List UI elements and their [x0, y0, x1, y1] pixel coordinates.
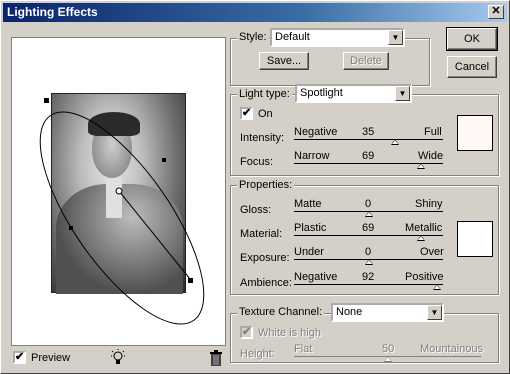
focus-min-label: Narrow: [294, 150, 330, 162]
chevron-down-icon: ▼: [388, 30, 403, 45]
intensity-value: 35: [362, 126, 375, 138]
exposure-max-label: Over: [420, 246, 444, 258]
texture-channel-label: Texture Channel:: [237, 306, 325, 318]
intensity-slider-thumb[interactable]: [391, 139, 400, 145]
white-is-high-label: White is high: [258, 327, 321, 339]
style-value: Default: [275, 31, 310, 43]
ellipse-handle-bottom: [188, 278, 193, 283]
ambience-max-label: Positive: [405, 271, 444, 283]
material-max-label: Metallic: [405, 222, 443, 234]
ellipse-handle-right: [162, 158, 166, 162]
texture-channel-select[interactable]: None ▼: [331, 303, 444, 322]
gloss-value: 0: [365, 198, 372, 210]
on-label: On: [258, 108, 273, 120]
save-button[interactable]: Save...: [259, 52, 309, 70]
height-max-label: Mountainous: [420, 343, 483, 355]
height-label: Height:: [240, 348, 275, 360]
window-title: Lighting Effects: [7, 5, 98, 19]
exposure-label: Exposure:: [240, 252, 290, 264]
light-ellipse-overlay[interactable]: [12, 38, 227, 347]
exposure-value: 0: [365, 246, 372, 258]
cancel-button[interactable]: Cancel: [447, 56, 497, 78]
gloss-label: Gloss:: [240, 204, 272, 216]
delete-button[interactable]: Delete: [343, 52, 389, 70]
ambience-slider-thumb[interactable]: [433, 284, 442, 290]
intensity-max-label: Full: [424, 126, 442, 138]
height-slider-thumb[interactable]: [383, 356, 392, 362]
on-checkbox[interactable]: ✔: [240, 107, 253, 120]
ambience-slider-track[interactable]: [294, 284, 443, 285]
lighting-effects-dialog: Lighting Effects ✕ ✔ Preview Style: Defa…: [0, 0, 510, 374]
focus-label: Focus:: [240, 156, 274, 168]
ambience-min-label: Negative: [294, 271, 338, 283]
intensity-slider-track[interactable]: [294, 139, 443, 140]
intensity-min-label: Negative: [294, 126, 338, 138]
ok-button[interactable]: OK: [446, 27, 498, 51]
gloss-max-label: Shiny: [415, 198, 443, 210]
height-min-label: Flat: [294, 343, 313, 355]
material-slider-thumb[interactable]: [416, 235, 425, 241]
height-value: 50: [382, 343, 395, 355]
ambience-color-swatch[interactable]: [457, 221, 493, 257]
texture-channel-value: None: [336, 306, 363, 318]
intensity-label: Intensity:: [240, 132, 285, 144]
white-is-high-checkbox[interactable]: ✔: [240, 326, 253, 339]
title-bar[interactable]: Lighting Effects ✕: [3, 3, 507, 22]
preview-canvas[interactable]: [11, 37, 226, 346]
properties-label: Properties:: [237, 179, 295, 191]
focus-max-label: Wide: [418, 150, 444, 162]
light-color-swatch[interactable]: [457, 115, 493, 151]
ellipse-handle-left: [69, 226, 73, 230]
light-type-label: Light type:: [237, 88, 292, 100]
material-label: Material:: [240, 228, 283, 240]
chevron-down-icon: ▼: [427, 305, 442, 320]
focus-slider-thumb[interactable]: [416, 163, 425, 169]
light-type-value: Spotlight: [300, 87, 343, 99]
exposure-min-label: Under: [294, 246, 324, 258]
close-button[interactable]: ✕: [488, 5, 504, 19]
preview-checkbox[interactable]: ✔: [13, 351, 26, 364]
light-type-select[interactable]: Spotlight ▼: [295, 84, 412, 103]
material-min-label: Plastic: [294, 222, 327, 234]
trash-icon[interactable]: [208, 349, 224, 367]
focus-value: 69: [362, 150, 375, 162]
style-select[interactable]: Default ▼: [270, 28, 405, 47]
ambience-value: 92: [362, 271, 375, 283]
gloss-slider-thumb[interactable]: [364, 211, 373, 217]
ellipse-handle-top: [44, 98, 49, 103]
chevron-down-icon: ▼: [395, 86, 410, 101]
preview-label: Preview: [31, 352, 71, 364]
lightbulb-icon[interactable]: [109, 349, 127, 367]
style-label: Style:: [237, 31, 269, 43]
gloss-min-label: Matte: [294, 198, 322, 210]
material-value: 69: [362, 222, 375, 234]
exposure-slider-thumb[interactable]: [364, 259, 373, 265]
ambience-label: Ambience:: [240, 277, 292, 289]
